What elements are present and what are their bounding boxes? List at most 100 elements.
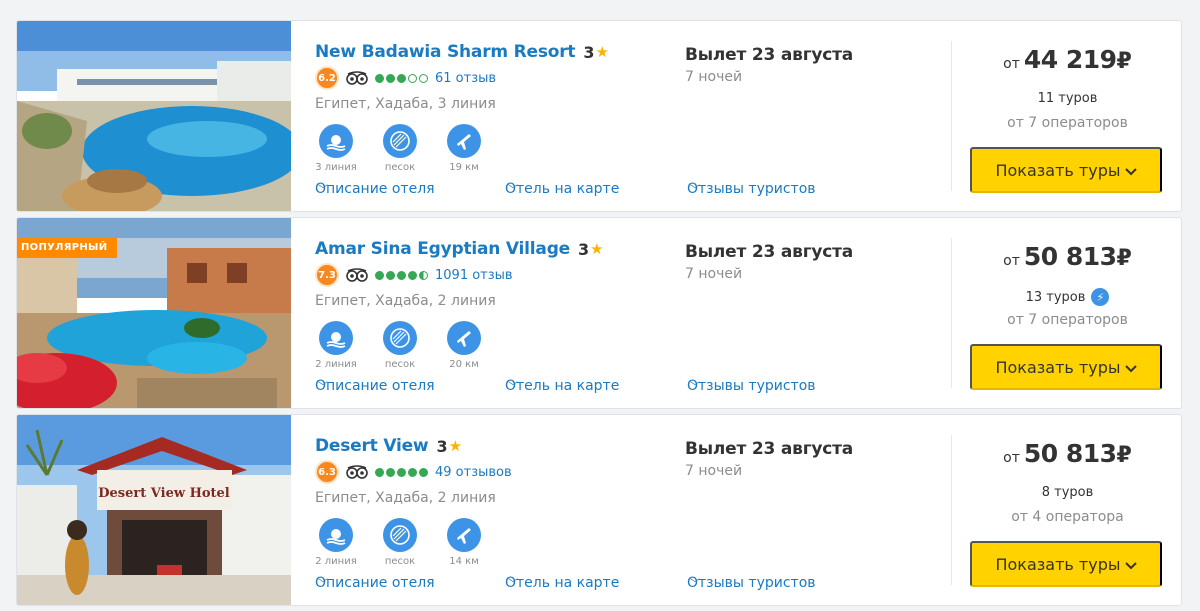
- departure-date: Вылет 23 августа: [685, 242, 854, 262]
- feature-sand: песок: [379, 321, 421, 370]
- hotel-name[interactable]: Desert View: [315, 436, 429, 456]
- operators-count: от 4 оператора: [1011, 509, 1124, 525]
- rating-bubbles: [375, 467, 428, 477]
- chevron-down-icon: ﹀: [318, 185, 328, 196]
- star-icon: ★: [590, 240, 604, 258]
- rating-bubble-icon: [375, 73, 384, 83]
- rating-bubble-icon: [386, 467, 395, 477]
- link-label: Отзывы туристов: [687, 181, 816, 197]
- chevron-down-icon: [1124, 555, 1137, 574]
- chevron-down-icon: [1124, 358, 1137, 377]
- rating-bubble-icon: [408, 270, 417, 280]
- sand-icon: [383, 124, 417, 158]
- rating-bubble-icon: [397, 270, 406, 280]
- feature-beach-line: 2 линия: [315, 321, 357, 370]
- airport-icon: [447, 518, 481, 552]
- price: от 50 813₽: [952, 439, 1181, 468]
- rating-bubble-icon: [386, 270, 395, 280]
- hotel-features: 3 линия песок 19 км: [315, 124, 675, 173]
- hotel-photo[interactable]: Desert View Hotel: [17, 415, 291, 605]
- feature-beach-line: 2 линия: [315, 518, 357, 567]
- star-icon: ★: [595, 43, 609, 61]
- chevron-down-icon: ﹀: [318, 382, 328, 393]
- ruble-icon: ₽: [1116, 49, 1132, 74]
- feature-label: песок: [384, 359, 416, 370]
- feature-label: 2 линия: [315, 359, 357, 370]
- reviews-link[interactable]: 61 отзыв: [435, 71, 496, 86]
- departure-date: Вылет 23 августа: [685, 439, 854, 459]
- ruble-icon: ₽: [1116, 443, 1132, 468]
- tours-count: 8 туров: [952, 485, 1181, 500]
- hotel-features: 2 линия песок 20 км: [315, 321, 675, 370]
- star-icon: ★: [448, 437, 463, 455]
- feature-label: 2 линия: [315, 556, 357, 567]
- nights-count: 7 ночей: [685, 69, 743, 85]
- hotel-name[interactable]: New Badawia Sharm Resort: [315, 42, 576, 62]
- price: от 44 219₽: [952, 45, 1181, 74]
- sand-icon: [383, 321, 417, 355]
- beach-line-icon: [319, 518, 353, 552]
- reviews-link[interactable]: 1091 отзыв: [435, 268, 513, 283]
- tours-label: 13 туров: [1025, 289, 1086, 305]
- feature-beach-line: 3 линия: [315, 124, 357, 173]
- tours-label: 8 туров: [1041, 485, 1094, 500]
- link-label: Описание отеля: [315, 575, 435, 591]
- button-label: Показать туры: [995, 160, 1121, 180]
- feature-airport: 19 км: [443, 124, 485, 173]
- link-label: Отель на карте: [505, 181, 620, 197]
- link-label: Отзывы туристов: [687, 575, 816, 591]
- operators-count: от 7 операторов: [1007, 115, 1128, 131]
- link-label: Описание отеля: [315, 378, 435, 394]
- instant-booking-icon: ⚡: [1091, 288, 1110, 306]
- departure-date: Вылет 23 августа: [685, 45, 854, 65]
- link-label: Отзывы туристов: [687, 378, 816, 394]
- price-from-label: от: [1003, 450, 1020, 466]
- hotel-location: Египет, Хадаба, 2 линия: [315, 490, 496, 506]
- airport-icon: [447, 124, 481, 158]
- star-count: 3: [436, 436, 448, 456]
- hotel-links: Описание отеля ﹀ Отель на карте ﹀ Отзывы т…: [315, 378, 855, 398]
- hotel-card: New Badawia Sharm Resort 3 ★ 6.2 61 отзыв…: [16, 20, 1182, 212]
- show-tours-button[interactable]: Показать туры: [970, 147, 1162, 193]
- tours-count: 13 туров ⚡: [952, 288, 1181, 306]
- show-tours-button[interactable]: Показать туры: [970, 344, 1162, 390]
- nights-count: 7 ночей: [685, 266, 743, 282]
- price: от 50 813₽: [952, 242, 1181, 271]
- sand-icon: [383, 518, 417, 552]
- rating-bubble-icon: [397, 467, 406, 477]
- price-column: от 50 813₽ 8 туров от 4 оператора Показат…: [952, 415, 1181, 605]
- rating-bubble-icon: [375, 270, 384, 280]
- hotel-photo[interactable]: [17, 21, 291, 211]
- reviews-link[interactable]: 49 отзывов: [435, 465, 512, 480]
- star-count: 3: [578, 239, 590, 259]
- price-column: от 44 219₽ 11 туров от 7 операторов Показ…: [952, 21, 1181, 211]
- hotel-name[interactable]: Amar Sina Egyptian Village: [315, 239, 570, 259]
- chevron-down-icon: ﹀: [508, 185, 518, 196]
- chevron-down-icon: [1124, 161, 1137, 180]
- rating-bubble-icon: [419, 270, 428, 280]
- price-column: от 50 813₽ 13 туров ⚡ от 7 операторов Пока…: [952, 218, 1181, 408]
- chevron-down-icon: ﹀: [318, 579, 328, 590]
- feature-airport: 20 км: [443, 321, 485, 370]
- price-amount: 50 813: [1023, 439, 1117, 468]
- feature-sand: песок: [379, 518, 421, 567]
- hotel-info: New Badawia Sharm Resort 3 ★ 6.2 61 отзыв…: [315, 41, 675, 173]
- price-amount: 50 813: [1023, 242, 1117, 271]
- hotel-stars: 3 ★: [436, 437, 462, 456]
- hotel-info: Amar Sina Egyptian Village 3 ★ 7.3 1091 о…: [315, 238, 675, 370]
- hotel-photo[interactable]: ПОПУЛЯРНЫЙ: [17, 218, 291, 408]
- departure-info: Вылет 23 августа 7 ночей: [685, 45, 935, 85]
- rating-bubble-icon: [408, 73, 417, 83]
- hotel-sign-text: Desert View Hotel: [98, 486, 230, 501]
- tripadvisor-icon: [346, 268, 368, 282]
- nights-count: 7 ночей: [685, 463, 743, 479]
- chevron-down-icon: ﹀: [690, 382, 700, 393]
- rating-bubble-icon: [386, 73, 395, 83]
- show-tours-button[interactable]: Показать туры: [970, 541, 1162, 587]
- rating-bubbles: [375, 73, 428, 83]
- feature-sand: песок: [379, 124, 421, 173]
- hotel-stars: 3 ★: [583, 43, 609, 62]
- feature-label: 20 км: [449, 359, 479, 370]
- airport-icon: [447, 321, 481, 355]
- rating-bubble-icon: [419, 467, 428, 477]
